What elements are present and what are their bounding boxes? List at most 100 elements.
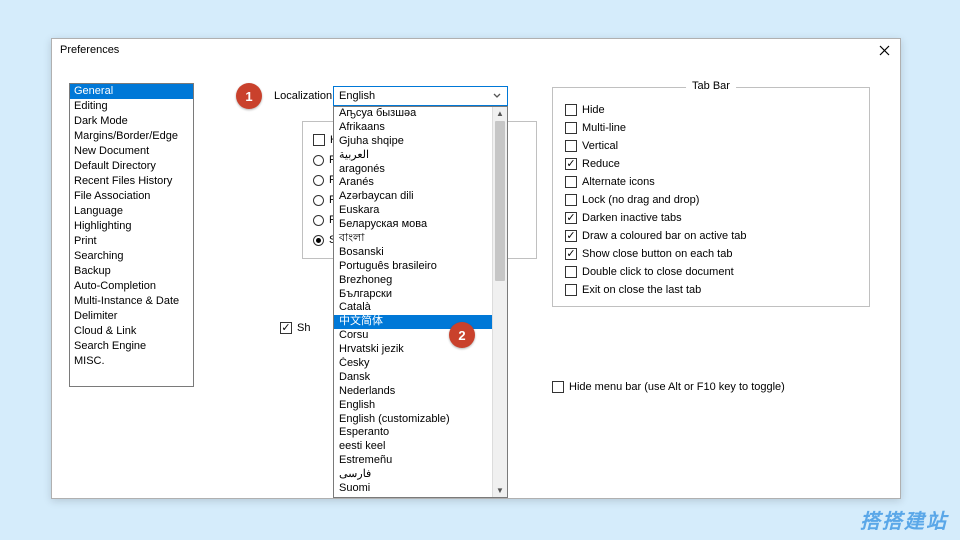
tabbar-option-label: Hide	[582, 104, 605, 116]
dropdown-item[interactable]: Euskara	[334, 204, 492, 218]
tabbar-option-label: Draw a coloured bar on active tab	[582, 230, 746, 242]
category-item[interactable]: Margins/Border/Edge	[70, 129, 193, 144]
dropdown-item[interactable]: Беларуская мова	[334, 218, 492, 232]
dropdown-item[interactable]: Brezhoneg	[334, 274, 492, 288]
tabbar-option-label: Reduce	[582, 158, 620, 170]
checkbox-icon	[565, 122, 577, 134]
close-icon[interactable]	[876, 42, 892, 58]
dropdown-item[interactable]: العربية	[334, 149, 492, 163]
dropdown-item[interactable]: English	[334, 399, 492, 413]
dropdown-item[interactable]: aragonés	[334, 163, 492, 177]
tabbar-option-label: Show close button on each tab	[582, 248, 732, 260]
dropdown-item[interactable]: Česky	[334, 357, 492, 371]
tabbar-option[interactable]: Hide	[565, 104, 857, 116]
checkbox-icon	[565, 194, 577, 206]
tabbar-option[interactable]: Vertical	[565, 140, 857, 152]
category-item[interactable]: Backup	[70, 264, 193, 279]
scroll-thumb[interactable]	[495, 121, 505, 281]
tabbar-option[interactable]: Exit on close the last tab	[565, 284, 857, 296]
window-body: GeneralEditingDark ModeMargins/Border/Ed…	[52, 61, 900, 498]
tabbar-option[interactable]: Alternate icons	[565, 176, 857, 188]
checkbox-icon	[565, 212, 577, 224]
tabbar-option-label: Alternate icons	[582, 176, 655, 188]
dropdown-item[interactable]: Nederlands	[334, 385, 492, 399]
dropdown-scrollbar[interactable]: ▲ ▼	[492, 107, 507, 497]
category-item[interactable]: General	[70, 84, 193, 99]
dropdown-item[interactable]: Bosanski	[334, 246, 492, 260]
dropdown-item[interactable]: Português brasileiro	[334, 260, 492, 274]
tabbar-option-label: Double click to close document	[582, 266, 734, 278]
hide-menu-label: Hide menu bar (use Alt or F10 key to tog…	[569, 381, 785, 393]
checkbox-icon	[565, 104, 577, 116]
dropdown-item[interactable]: eesti keel	[334, 440, 492, 454]
dropdown-item[interactable]: English (customizable)	[334, 413, 492, 427]
dropdown-item[interactable]: Suomi	[334, 482, 492, 496]
dropdown-item[interactable]: Български	[334, 288, 492, 302]
category-item[interactable]: Print	[70, 234, 193, 249]
category-item[interactable]: Language	[70, 204, 193, 219]
localization-select[interactable]: English	[333, 86, 508, 106]
annotation-badge-2: 2	[449, 322, 475, 348]
tabbar-option[interactable]: Multi-line	[565, 122, 857, 134]
tabbar-legend: Tab Bar	[686, 80, 736, 92]
localization-dropdown[interactable]: Аҧсуа бызшәаAfrikaansGjuha shqipeالعربية…	[333, 106, 508, 498]
preferences-window: Preferences GeneralEditingDark ModeMargi…	[51, 38, 901, 499]
hide-menu-check[interactable]: Hide menu bar (use Alt or F10 key to tog…	[552, 381, 785, 393]
category-item[interactable]: Dark Mode	[70, 114, 193, 129]
category-item[interactable]: MISC.	[70, 354, 193, 369]
window-title: Preferences	[60, 44, 876, 56]
dropdown-item[interactable]: Gjuha shqipe	[334, 135, 492, 149]
dropdown-item[interactable]: Afrikaans	[334, 121, 492, 135]
dropdown-item[interactable]: فارسی	[334, 468, 492, 482]
category-item[interactable]: Cloud & Link	[70, 324, 193, 339]
checkbox-icon	[565, 158, 577, 170]
titlebar: Preferences	[52, 39, 900, 61]
dropdown-item[interactable]: Aranés	[334, 176, 492, 190]
category-item[interactable]: Highlighting	[70, 219, 193, 234]
dropdown-item[interactable]: Azərbaycan dili	[334, 190, 492, 204]
category-item[interactable]: Recent Files History	[70, 174, 193, 189]
chevron-down-icon	[492, 90, 502, 102]
checkbox-icon	[565, 140, 577, 152]
localization-label: Localization	[274, 90, 332, 102]
category-item[interactable]: Auto-Completion	[70, 279, 193, 294]
dropdown-item[interactable]: Català	[334, 301, 492, 315]
category-item[interactable]: Delimiter	[70, 309, 193, 324]
tabbar-option[interactable]: Double click to close document	[565, 266, 857, 278]
scroll-up-icon[interactable]: ▲	[493, 107, 507, 120]
category-item[interactable]: Search Engine	[70, 339, 193, 354]
tabbar-option[interactable]: Darken inactive tabs	[565, 212, 857, 224]
category-item[interactable]: File Association	[70, 189, 193, 204]
scroll-down-icon[interactable]: ▼	[493, 484, 507, 497]
category-item[interactable]: New Document	[70, 144, 193, 159]
tabbar-option-label: Vertical	[582, 140, 618, 152]
category-item[interactable]: Default Directory	[70, 159, 193, 174]
category-item[interactable]: Multi-Instance & Date	[70, 294, 193, 309]
dropdown-item[interactable]: Аҧсуа бызшәа	[334, 107, 492, 121]
show-check[interactable]: Sh	[280, 322, 310, 334]
tabbar-option-label: Multi-line	[582, 122, 626, 134]
tabbar-option[interactable]: Draw a coloured bar on active tab	[565, 230, 857, 242]
checkbox-icon	[565, 176, 577, 188]
tabbar-option[interactable]: Show close button on each tab	[565, 248, 857, 260]
category-item[interactable]: Editing	[70, 99, 193, 114]
checkbox-icon	[565, 230, 577, 242]
dropdown-item[interactable]: Dansk	[334, 371, 492, 385]
tabbar-option-label: Exit on close the last tab	[582, 284, 701, 296]
checkbox-icon	[565, 284, 577, 296]
dropdown-item[interactable]: Estremeñu	[334, 454, 492, 468]
tabbar-option[interactable]: Lock (no drag and drop)	[565, 194, 857, 206]
dropdown-item[interactable]: Français	[334, 496, 492, 497]
annotation-badge-1: 1	[236, 83, 262, 109]
checkbox-icon	[565, 266, 577, 278]
dropdown-item[interactable]: Esperanto	[334, 426, 492, 440]
localization-selected: English	[339, 90, 492, 102]
category-list[interactable]: GeneralEditingDark ModeMargins/Border/Ed…	[69, 83, 194, 387]
dropdown-item[interactable]: বাংলা	[334, 232, 492, 246]
category-item[interactable]: Searching	[70, 249, 193, 264]
checkbox-icon	[565, 248, 577, 260]
tabbar-option[interactable]: Reduce	[565, 158, 857, 170]
tabbar-option-label: Lock (no drag and drop)	[582, 194, 699, 206]
watermark: 搭搭建站	[860, 505, 948, 534]
tabbar-option-label: Darken inactive tabs	[582, 212, 682, 224]
